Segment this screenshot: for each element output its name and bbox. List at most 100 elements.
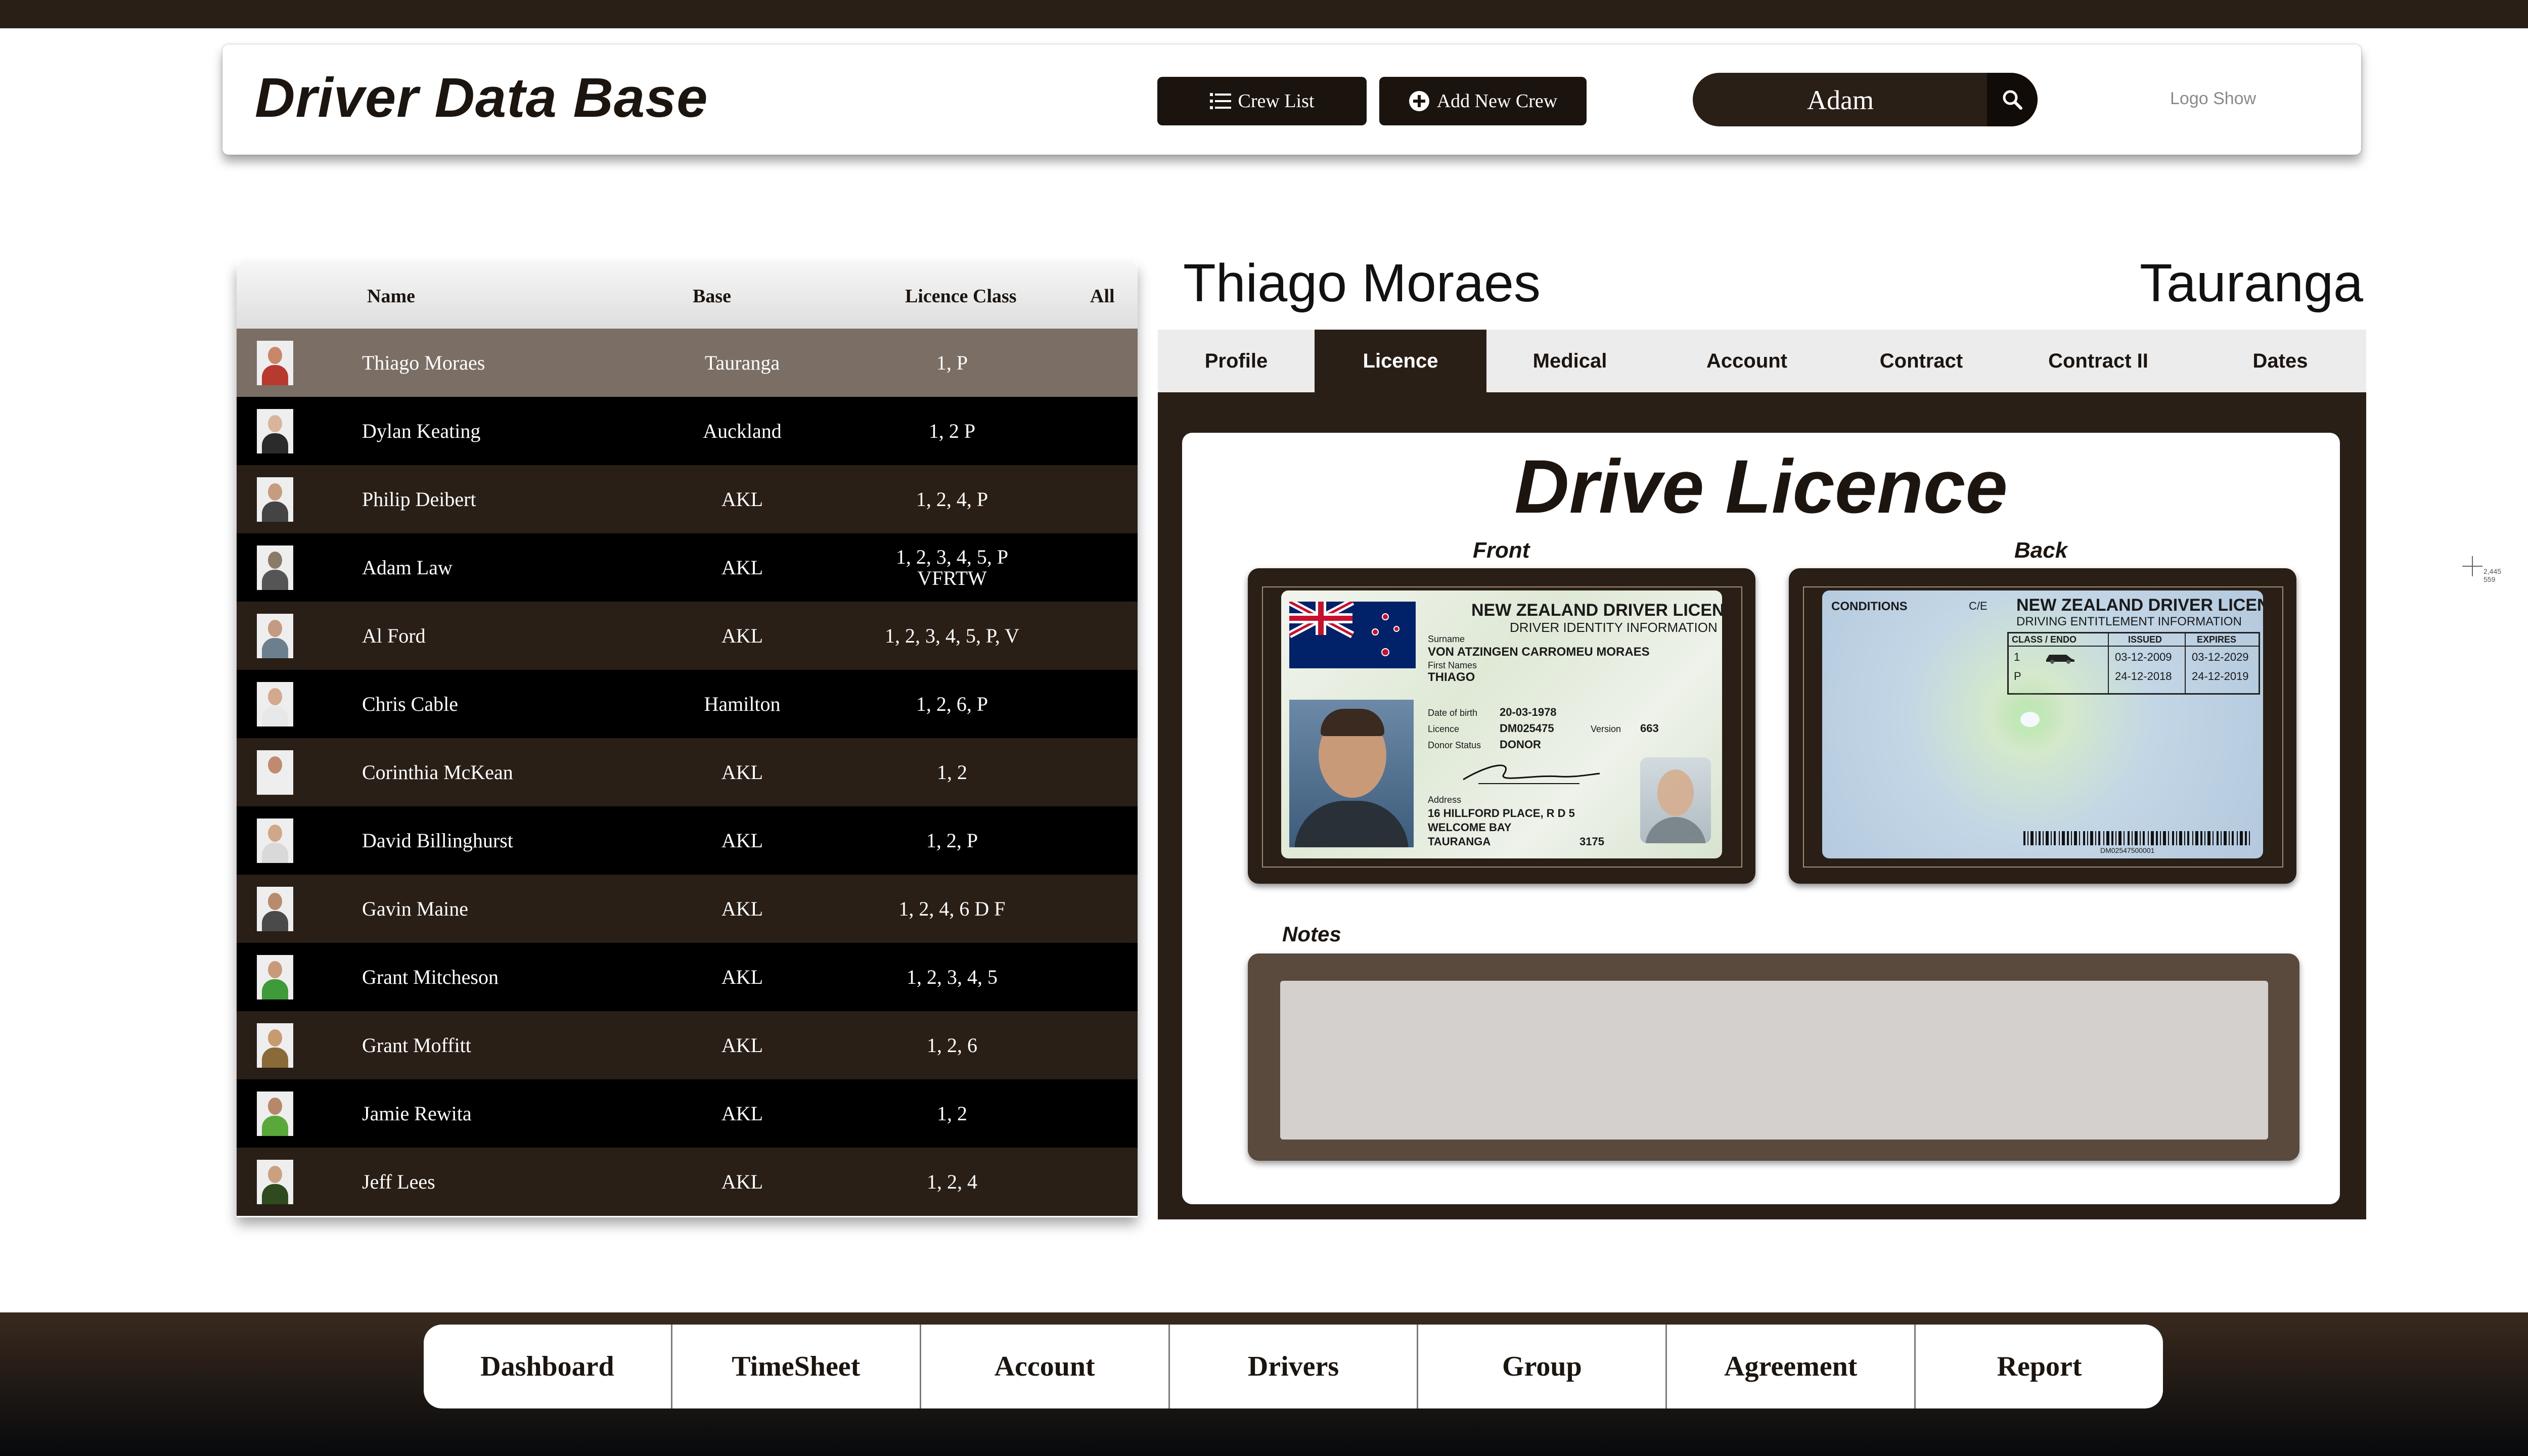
- table-row[interactable]: Gavin Maine AKL 1, 2, 4, 6 D F: [237, 875, 1138, 943]
- notes-frame: [1248, 953, 2299, 1161]
- crew-base: AKL: [721, 965, 763, 988]
- crew-licence-class: 1, 2, 3, 4, 5, P, V: [885, 624, 1019, 647]
- tab-dates[interactable]: Dates: [2194, 330, 2366, 392]
- top-bar: [0, 0, 2528, 28]
- licence-photo: [1289, 700, 1414, 847]
- add-new-crew-button[interactable]: Add New Crew: [1379, 77, 1587, 125]
- avatar: [257, 341, 293, 385]
- avatar: [257, 409, 293, 453]
- crew-name: Thiago Moraes: [362, 351, 485, 374]
- crew-licence-class: 1, 2, 6: [927, 1033, 977, 1057]
- search-input[interactable]: [1693, 73, 1988, 126]
- table-row[interactable]: Grant Moffitt AKL 1, 2, 6: [237, 1011, 1138, 1079]
- crew-name: Corinthia McKean: [362, 761, 513, 784]
- nz-flag-icon: [1289, 602, 1416, 668]
- nav-dashboard[interactable]: Dashboard: [424, 1325, 672, 1408]
- avatar: [257, 545, 293, 590]
- avatar: [257, 1023, 293, 1068]
- front-licence-number: DM025475: [1500, 722, 1554, 735]
- table-row[interactable]: Corinthia McKean AKL 1, 2: [237, 738, 1138, 806]
- filter-all[interactable]: All: [1090, 285, 1115, 307]
- avatar: [257, 1160, 293, 1204]
- table-row[interactable]: Grant Mitcheson AKL 1, 2, 3, 4, 5: [237, 943, 1138, 1011]
- crew-name: Jamie Rewita: [362, 1102, 472, 1125]
- table-row[interactable]: David Billinghurst AKL 1, 2, P: [237, 806, 1138, 875]
- front-address-3: TAURANGA: [1428, 835, 1491, 848]
- tab-account[interactable]: Account: [1653, 330, 1840, 392]
- bottom-nav: Dashboard TimeSheet Account Drivers Grou…: [424, 1325, 2163, 1408]
- front-dob: 20-03-1978: [1500, 706, 1557, 718]
- crew-base: Hamilton: [704, 692, 781, 715]
- plus-circle-icon: [1409, 91, 1429, 111]
- hologram-icon: [2020, 712, 2040, 727]
- front-label: Front: [1473, 538, 1530, 563]
- logo-placeholder: Logo Show: [2170, 89, 2256, 108]
- crew-name: Jeff Lees: [362, 1170, 435, 1193]
- notes-textarea[interactable]: [1280, 981, 2268, 1140]
- list-icon: [1209, 93, 1231, 109]
- add-new-crew-label: Add New Crew: [1436, 90, 1558, 112]
- table-row[interactable]: Philip Deibert AKL 1, 2, 4, P: [237, 465, 1138, 533]
- crew-licence-class: 1, 2, 4, 6 D F: [898, 897, 1006, 920]
- front-subheading: DRIVER IDENTITY INFORMATION: [1510, 620, 1718, 635]
- tab-contract[interactable]: Contract: [1840, 330, 2002, 392]
- nav-report[interactable]: Report: [1916, 1325, 2163, 1408]
- licence-content: Drive Licence Front Back NEW ZEALAND DRI…: [1182, 433, 2340, 1204]
- table-row[interactable]: Jeff Lees AKL 1, 2, 4: [237, 1148, 1138, 1216]
- tab-profile[interactable]: Profile: [1158, 330, 1315, 392]
- tab-licence[interactable]: Licence: [1315, 330, 1486, 392]
- crew-base: Auckland: [703, 419, 782, 442]
- licence-front-image: NEW ZEALAND DRIVER LICENCE DRIVER IDENTI…: [1281, 590, 1722, 858]
- table-row[interactable]: Al Ford AKL 1, 2, 3, 4, 5, P, V: [237, 602, 1138, 670]
- car-icon: [2046, 655, 2074, 664]
- crew-list-button[interactable]: Crew List: [1157, 77, 1367, 125]
- col-base[interactable]: Base: [693, 285, 731, 307]
- crew-base: AKL: [721, 829, 763, 852]
- table-row[interactable]: Chris Cable Hamilton 1, 2, 6, P: [237, 670, 1138, 738]
- crew-licence-class: 1, 2, 3, 4, 5: [907, 965, 998, 988]
- tab-medical[interactable]: Medical: [1486, 330, 1653, 392]
- crew-base: AKL: [721, 624, 763, 647]
- crew-licence-class: 1, 2, 3, 4, 5, P VFRTW: [895, 545, 1009, 589]
- table-row[interactable]: Adam Law AKL 1, 2, 3, 4, 5, P VFRTW: [237, 533, 1138, 602]
- crew-table: Name Base Licence Class All Thiago Morae…: [237, 263, 1138, 1217]
- avatar: [257, 750, 293, 795]
- tab-contract-ii[interactable]: Contract II: [2002, 330, 2194, 392]
- avatar: [257, 955, 293, 999]
- licence-back-frame[interactable]: CONDITIONS C/E NEW ZEALAND DRIVER LICENC…: [1789, 568, 2296, 884]
- crew-name: Gavin Maine: [362, 897, 468, 920]
- avatar: [257, 477, 293, 522]
- crew-licence-class: 1, 2 P: [928, 419, 976, 442]
- nav-agreement[interactable]: Agreement: [1667, 1325, 1916, 1408]
- table-row[interactable]: Dylan Keating Auckland 1, 2 P: [237, 397, 1138, 465]
- crew-licence-class: 1, 2, 4: [927, 1170, 977, 1193]
- table-row[interactable]: Thiago Moraes Tauranga 1, P: [237, 329, 1138, 397]
- signature-icon: [1463, 764, 1600, 784]
- crew-table-header: Name Base Licence Class All: [237, 263, 1138, 329]
- front-surname: VON ATZINGEN CARROMEU MORAES: [1428, 645, 1650, 659]
- crew-base: AKL: [721, 897, 763, 920]
- table-row[interactable]: Jamie Rewita AKL 1, 2: [237, 1079, 1138, 1148]
- licence-front-frame[interactable]: NEW ZEALAND DRIVER LICENCE DRIVER IDENTI…: [1248, 568, 1755, 884]
- front-first-name: THIAGO: [1428, 670, 1475, 684]
- nav-group[interactable]: Group: [1418, 1325, 1667, 1408]
- nav-drivers[interactable]: Drivers: [1170, 1325, 1419, 1408]
- col-name[interactable]: Name: [367, 285, 415, 307]
- crew-name: David Billinghurst: [362, 829, 513, 852]
- nav-timesheet[interactable]: TimeSheet: [672, 1325, 921, 1408]
- avatar: [257, 614, 293, 658]
- licence-title: Drive Licence: [1514, 444, 2008, 529]
- entitlement-table: CLASS / ENDO ISSUED EXPIRES 1 03-12-2009…: [2007, 632, 2260, 695]
- licence-panel: Drive Licence Front Back NEW ZEALAND DRI…: [1158, 392, 2366, 1219]
- front-heading: NEW ZEALAND DRIVER LICENCE: [1471, 601, 1722, 620]
- avatar: [257, 1091, 293, 1136]
- selected-person-name: Thiago Moraes: [1183, 253, 1541, 313]
- search-button[interactable]: [1987, 73, 2038, 126]
- crew-licence-class: 1, P: [936, 351, 968, 374]
- crew-base: AKL: [721, 1170, 763, 1193]
- crew-licence-class: 1, 2, 6, P: [916, 692, 988, 715]
- front-address-1: 16 HILLFORD PLACE, R D 5: [1428, 807, 1575, 820]
- crew-licence-class: 1, 2: [937, 1102, 967, 1125]
- col-licence-class[interactable]: Licence Class: [905, 285, 1017, 307]
- nav-account[interactable]: Account: [921, 1325, 1170, 1408]
